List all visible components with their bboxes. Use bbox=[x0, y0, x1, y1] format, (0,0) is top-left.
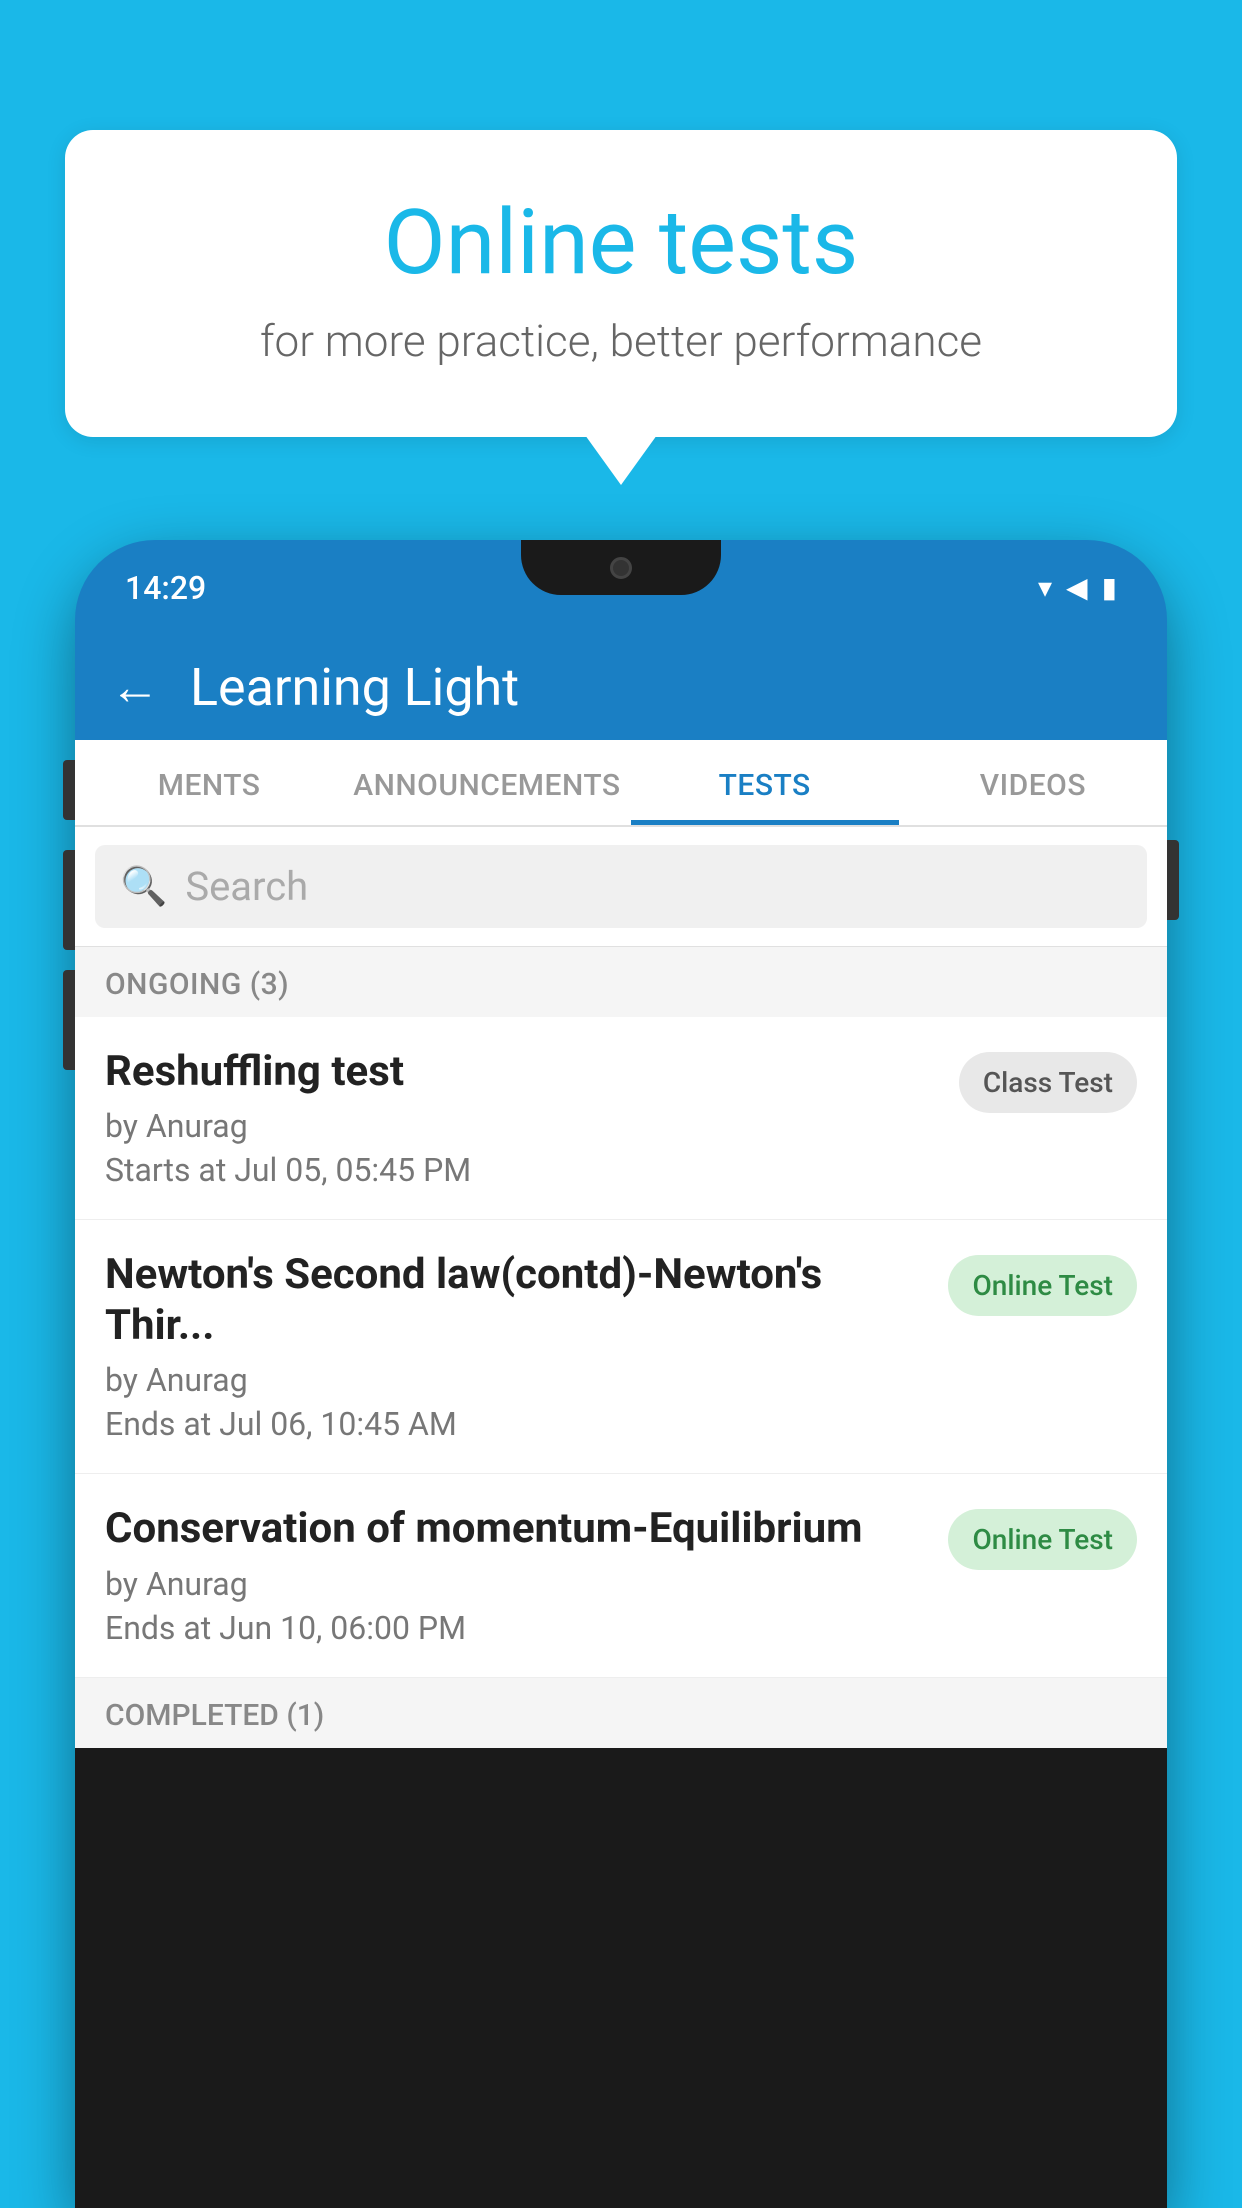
search-icon: 🔍 bbox=[120, 865, 167, 909]
completed-section-header: COMPLETED (1) bbox=[75, 1678, 1167, 1748]
search-bar[interactable]: 🔍 Search bbox=[95, 845, 1147, 928]
test-badge-class: Class Test bbox=[959, 1052, 1137, 1113]
test-item-time: Starts at Jul 05, 05:45 PM bbox=[105, 1151, 939, 1189]
status-time: 14:29 bbox=[125, 569, 206, 607]
ongoing-section-title: ONGOING (3) bbox=[105, 967, 289, 1002]
test-item-content: Reshuffling test by Anurag Starts at Jul… bbox=[105, 1047, 939, 1189]
test-item-name: Conservation of momentum-Equilibrium bbox=[105, 1504, 928, 1554]
phone-container: 14:29 ▾ ◀ ▮ ← Learning Light MENTS ANNOU… bbox=[75, 540, 1167, 2208]
test-item[interactable]: Reshuffling test by Anurag Starts at Jul… bbox=[75, 1017, 1167, 1220]
speech-bubble-container: Online tests for more practice, better p… bbox=[65, 130, 1177, 485]
tab-videos[interactable]: VIDEOS bbox=[899, 740, 1167, 825]
test-item[interactable]: Newton's Second law(contd)-Newton's Thir… bbox=[75, 1220, 1167, 1474]
battery-icon: ▮ bbox=[1102, 571, 1117, 604]
tab-announcements[interactable]: ANNOUNCEMENTS bbox=[343, 740, 630, 825]
search-bar-container: 🔍 Search bbox=[75, 827, 1167, 947]
completed-section-title: COMPLETED (1) bbox=[105, 1698, 324, 1733]
phone-vol-down-button bbox=[63, 970, 75, 1070]
test-item-name: Newton's Second law(contd)-Newton's Thir… bbox=[105, 1250, 928, 1351]
ongoing-section-header: ONGOING (3) bbox=[75, 947, 1167, 1017]
speech-bubble: Online tests for more practice, better p… bbox=[65, 130, 1177, 437]
phone-screen: 🔍 Search ONGOING (3) Reshuffling test bbox=[75, 827, 1167, 1748]
status-icons: ▾ ◀ ▮ bbox=[1038, 571, 1117, 604]
wifi-icon: ▾ bbox=[1038, 571, 1052, 604]
tabs-container: MENTS ANNOUNCEMENTS TESTS VIDEOS bbox=[75, 740, 1167, 827]
app-header: ← Learning Light bbox=[75, 635, 1167, 740]
speech-bubble-tail bbox=[585, 435, 657, 485]
phone-vol-up-button bbox=[63, 850, 75, 950]
test-item-name: Reshuffling test bbox=[105, 1047, 939, 1097]
app-title: Learning Light bbox=[190, 657, 519, 718]
tab-tests[interactable]: TESTS bbox=[631, 740, 899, 825]
test-badge-online: Online Test bbox=[948, 1255, 1137, 1316]
test-item-by: by Anurag bbox=[105, 1565, 928, 1603]
test-item-time: Ends at Jun 10, 06:00 PM bbox=[105, 1609, 928, 1647]
phone-notch bbox=[521, 540, 721, 595]
test-list: Reshuffling test by Anurag Starts at Jul… bbox=[75, 1017, 1167, 1678]
test-badge-online: Online Test bbox=[948, 1509, 1137, 1570]
test-item-time: Ends at Jul 06, 10:45 AM bbox=[105, 1405, 928, 1443]
test-item[interactable]: Conservation of momentum-Equilibrium by … bbox=[75, 1474, 1167, 1677]
search-placeholder: Search bbox=[185, 863, 308, 910]
status-bar: 14:29 ▾ ◀ ▮ bbox=[75, 540, 1167, 635]
phone-silent-button bbox=[63, 760, 75, 820]
test-item-by: by Anurag bbox=[105, 1107, 939, 1145]
test-item-by: by Anurag bbox=[105, 1361, 928, 1399]
phone-frame: 14:29 ▾ ◀ ▮ ← Learning Light MENTS ANNOU… bbox=[75, 540, 1167, 2208]
back-button[interactable]: ← bbox=[110, 658, 160, 717]
tab-ments[interactable]: MENTS bbox=[75, 740, 343, 825]
bubble-title: Online tests bbox=[145, 190, 1097, 295]
test-item-content: Newton's Second law(contd)-Newton's Thir… bbox=[105, 1250, 928, 1443]
signal-icon: ◀ bbox=[1066, 571, 1088, 604]
test-item-content: Conservation of momentum-Equilibrium by … bbox=[105, 1504, 928, 1646]
bubble-subtitle: for more practice, better performance bbox=[145, 315, 1097, 367]
phone-power-button bbox=[1167, 840, 1179, 920]
phone-camera bbox=[610, 557, 632, 579]
